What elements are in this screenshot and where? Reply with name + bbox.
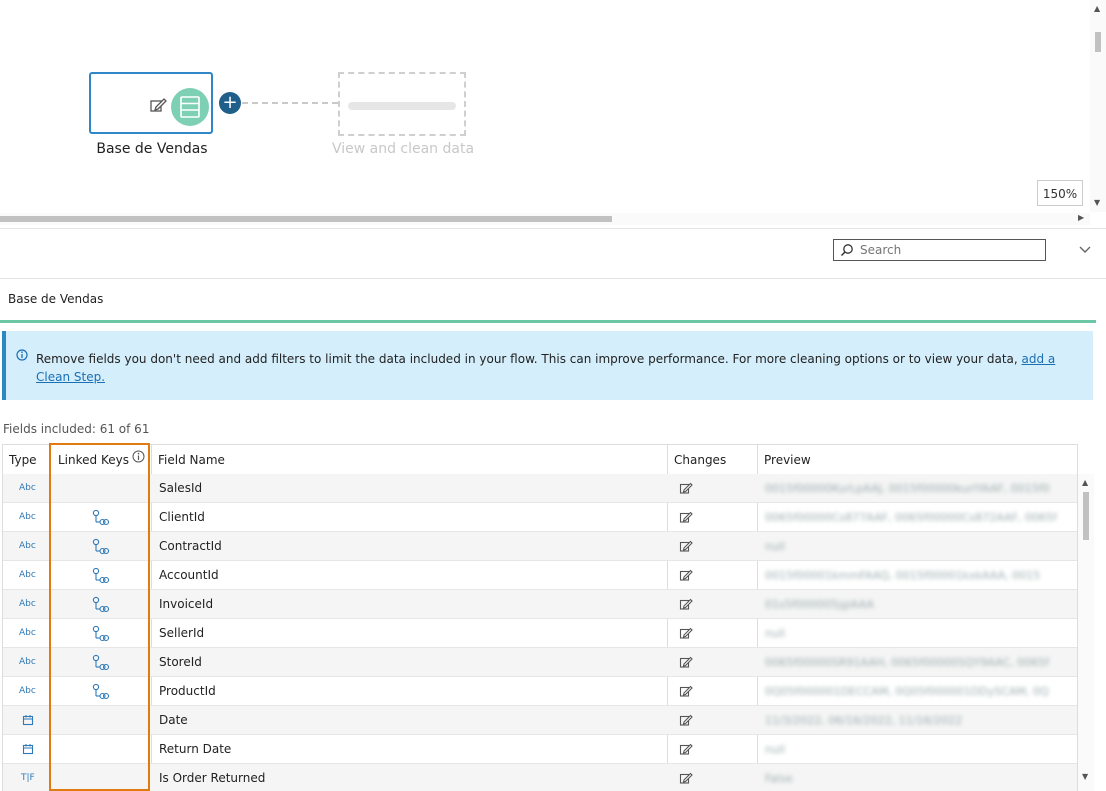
header-changes[interactable]: Changes bbox=[668, 445, 758, 474]
step-title: Base de Vendas bbox=[8, 292, 104, 306]
field-name[interactable]: SellerId bbox=[159, 619, 204, 648]
edit-icon[interactable] bbox=[679, 713, 693, 727]
date-type-icon[interactable] bbox=[22, 714, 34, 726]
edit-icon[interactable] bbox=[679, 568, 693, 582]
edit-icon[interactable] bbox=[679, 510, 693, 524]
edit-icon[interactable] bbox=[679, 742, 693, 756]
string-type-icon[interactable]: Abc bbox=[19, 503, 36, 532]
input-node[interactable] bbox=[89, 72, 213, 134]
string-type-icon[interactable]: Abc bbox=[19, 590, 36, 619]
field-name[interactable]: SalesId bbox=[159, 474, 202, 503]
header-preview[interactable]: Preview bbox=[758, 445, 1077, 474]
field-name[interactable]: ClientId bbox=[159, 503, 205, 532]
info-banner: Remove fields you don't need and add fil… bbox=[2, 331, 1093, 400]
preview-values: 0Q05f000001DECCAM, 0Q05f000001DDySCAM, 0… bbox=[765, 685, 1049, 698]
preview-values: False bbox=[765, 772, 793, 785]
table-row[interactable]: T|F Is Order Returned False bbox=[3, 764, 1077, 791]
header-type[interactable]: Type bbox=[3, 445, 49, 474]
node-label: Base de Vendas bbox=[96, 141, 208, 157]
table-vertical-scrollbar[interactable]: ▲ ▼ bbox=[1078, 474, 1094, 791]
flow-canvas[interactable]: + Base de Vendas View and clean data 150… bbox=[0, 0, 1090, 212]
step-color-bar bbox=[0, 320, 1096, 323]
ghost-clean-step[interactable] bbox=[338, 72, 466, 136]
string-type-icon[interactable]: Abc bbox=[19, 619, 36, 648]
field-name[interactable]: AccountId bbox=[159, 561, 219, 590]
preview-values: 0065f00000Cs877AAF, 0065f00000Cs872AAF, … bbox=[765, 511, 1057, 524]
fields-table: Type Linked Keys Field Name Changes Prev… bbox=[2, 444, 1078, 791]
canvas-vertical-scrollbar[interactable]: ▲ ▼ bbox=[1090, 0, 1106, 212]
table-row[interactable]: Abc AccountId 0015f00001kmmFAAQ, 0015f00… bbox=[3, 561, 1077, 590]
search-field[interactable] bbox=[833, 239, 1046, 261]
field-name[interactable]: Return Date bbox=[159, 735, 231, 764]
table-row[interactable]: Abc ProductId 0Q05f000001DECCAM, 0Q05f00… bbox=[3, 677, 1077, 706]
field-name[interactable]: ContractId bbox=[159, 532, 222, 561]
canvas-horizontal-scrollbar[interactable]: ▶ bbox=[0, 213, 1090, 225]
edit-icon[interactable] bbox=[679, 539, 693, 553]
table-row[interactable]: Abc SellerId null bbox=[3, 619, 1077, 648]
add-step-button[interactable]: + bbox=[219, 92, 241, 114]
string-type-icon[interactable]: Abc bbox=[19, 648, 36, 677]
preview-values: 11/3/2022, 06/16/2022, 11/16/2022 bbox=[765, 714, 963, 727]
date-type-icon[interactable] bbox=[22, 743, 34, 755]
field-name[interactable]: ProductId bbox=[159, 677, 216, 706]
header-field-name[interactable]: Field Name bbox=[152, 445, 667, 474]
linked-keys-highlight bbox=[49, 443, 150, 791]
string-type-icon[interactable]: Abc bbox=[19, 474, 36, 503]
edit-icon[interactable] bbox=[679, 771, 693, 785]
preview-values: 0015f00000KurLpAAJ, 0015f00000kurlYAAF, … bbox=[765, 482, 1050, 495]
table-row[interactable]: Abc SalesId 0015f00000KurLpAAJ, 0015f000… bbox=[3, 474, 1077, 503]
field-name[interactable]: StoreId bbox=[159, 648, 202, 677]
connector-line bbox=[242, 102, 338, 104]
preview-values: 01s5f000005jgiAAA bbox=[765, 598, 874, 611]
table-row[interactable]: Abc ClientId 0065f00000Cs877AAF, 0065f00… bbox=[3, 503, 1077, 532]
table-row[interactable]: Abc ContractId null bbox=[3, 532, 1077, 561]
edit-icon[interactable] bbox=[679, 481, 693, 495]
field-name[interactable]: Date bbox=[159, 706, 188, 735]
table-row[interactable]: Abc InvoiceId 01s5f000005jgiAAA bbox=[3, 590, 1077, 619]
table-row[interactable]: Abc StoreId 0065f00000SR91AAH, 0065f0000… bbox=[3, 648, 1077, 677]
preview-values: null bbox=[765, 627, 786, 640]
database-icon bbox=[171, 88, 209, 126]
scroll-down-icon[interactable]: ▼ bbox=[1094, 198, 1100, 207]
field-name[interactable]: InvoiceId bbox=[159, 590, 213, 619]
preview-values: null bbox=[765, 743, 786, 756]
edit-icon[interactable] bbox=[679, 655, 693, 669]
table-row[interactable]: Return Date null bbox=[3, 735, 1077, 764]
chevron-down-icon[interactable] bbox=[1078, 242, 1092, 256]
table-header: Type Linked Keys Field Name Changes Prev… bbox=[3, 445, 1077, 475]
scroll-down-icon[interactable]: ▼ bbox=[1082, 772, 1088, 781]
edit-icon[interactable] bbox=[149, 96, 167, 114]
zoom-level[interactable]: 150% bbox=[1037, 180, 1083, 206]
string-type-icon[interactable]: Abc bbox=[19, 561, 36, 590]
scroll-right-icon[interactable]: ▶ bbox=[1078, 213, 1084, 222]
fields-included-count: Fields included: 61 of 61 bbox=[3, 422, 150, 436]
string-type-icon[interactable]: Abc bbox=[19, 677, 36, 706]
boolean-type-icon[interactable]: T|F bbox=[21, 764, 35, 791]
edit-icon[interactable] bbox=[679, 626, 693, 640]
scroll-up-icon[interactable]: ▲ bbox=[1082, 478, 1088, 487]
preview-values: null bbox=[765, 540, 786, 553]
preview-values: 0065f00000SR91AAH, 0065f00000SQY9AAC, 00… bbox=[765, 656, 1050, 669]
info-icon bbox=[16, 349, 28, 361]
field-name[interactable]: Is Order Returned bbox=[159, 764, 265, 791]
edit-icon[interactable] bbox=[679, 597, 693, 611]
scroll-up-icon[interactable]: ▲ bbox=[1094, 4, 1100, 13]
string-type-icon[interactable]: Abc bbox=[19, 532, 36, 561]
table-row[interactable]: Date 11/3/2022, 06/16/2022, 11/16/2022 bbox=[3, 706, 1077, 735]
search-icon bbox=[840, 244, 853, 257]
preview-values: 0015f00001kmmFAAQ, 0015f00001kxkAAA, 001… bbox=[765, 569, 1041, 582]
banner-text: Remove fields you don't need and add fil… bbox=[36, 352, 1056, 384]
edit-icon[interactable] bbox=[679, 684, 693, 698]
search-input[interactable] bbox=[860, 241, 1040, 259]
ghost-step-label: View and clean data bbox=[331, 141, 475, 157]
